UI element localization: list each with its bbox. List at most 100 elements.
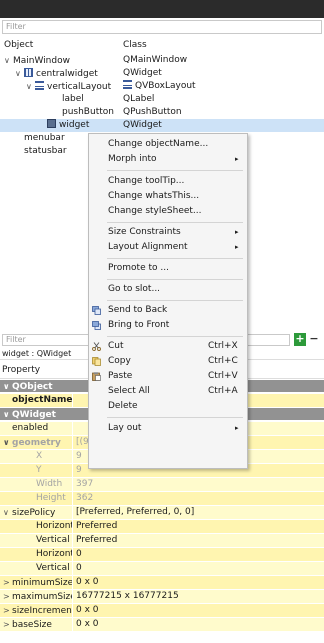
property-name: QWidget [12,410,56,420]
submenu-arrow-icon: ▸ [235,228,239,236]
object-filter-input[interactable]: Filter [2,20,322,34]
scissors-icon [92,342,101,351]
menu-item-change-objectname[interactable]: Change objectName... [89,137,247,152]
collapsed-chevron-icon[interactable]: > [3,618,12,631]
menu-item-label: Promote to ... [108,263,169,273]
tree-object-name: menubar [24,133,65,143]
property-name: sizePolicy [12,508,56,518]
menu-item-layout-alignment[interactable]: Layout Alignment ▸ [89,240,247,255]
menu-separator [107,222,243,223]
menu-item-select-all[interactable]: Select All Ctrl+A [89,384,247,399]
submenu-arrow-icon: ▸ [235,243,239,251]
menu-item-label: Change toolTip... [108,176,185,186]
column-header-class[interactable]: Class [123,40,147,50]
menu-item-lay-out[interactable]: Lay out ▸ [89,421,247,436]
collapsed-chevron-icon[interactable]: > [3,604,12,617]
property-value[interactable]: 0 x 0 [73,604,324,617]
menu-item-label: Change styleSheet... [108,206,202,216]
menu-item-bring-to-front[interactable]: Bring to Front [89,318,247,333]
property-row-horizontal-stretch[interactable]: Horizontal Str... 0 [0,548,324,561]
property-value[interactable]: 362 [73,492,324,505]
remove-property-button[interactable]: − [308,333,320,346]
tree-row-label[interactable]: label QLabel [0,93,324,106]
property-row-maximumsize[interactable]: > maximumSize 16777215 x 16777215 [0,590,324,603]
menu-item-send-to-back[interactable]: Send to Back [89,303,247,318]
tree-object-name: verticalLayout [47,82,112,92]
property-name: geometry [12,438,61,448]
menu-item-shortcut: Ctrl+X [208,341,238,351]
tree-class-name: QWidget [123,120,162,130]
menu-item-label: Send to Back [108,305,168,315]
menu-separator [107,336,243,337]
expand-chevron-icon[interactable]: ∨ [26,80,35,93]
menu-item-promote-to[interactable]: Promote to ... [89,261,247,276]
property-row-horizontal-policy[interactable]: Horizontal Pol... Preferred [0,520,324,533]
property-name: Vertical Policy [0,534,72,547]
menu-item-label: Change objectName... [108,139,209,149]
property-row-width[interactable]: Width 397 [0,478,324,491]
tree-object-name: widget [59,120,90,130]
menu-item-change-stylesheet[interactable]: Change styleSheet... [89,204,247,219]
tree-class-name: QLabel [123,94,155,104]
expand-chevron-icon[interactable]: ∨ [3,408,12,421]
tree-row-verticallayout[interactable]: ∨ verticalLayout QVBoxLayout [0,80,324,93]
menu-item-size-constraints[interactable]: Size Constraints ▸ [89,225,247,240]
vertical-layout-icon [35,81,44,90]
menu-item-go-to-slot[interactable]: Go to slot... [89,282,247,297]
menu-item-label: Bring to Front [108,320,170,330]
tree-object-name: pushButton [62,107,114,117]
menu-item-change-tooltip[interactable]: Change toolTip... [89,174,247,189]
tree-row-mainwindow[interactable]: ∨ MainWindow QMainWindow [0,54,324,67]
tree-row-centralwidget[interactable]: ∨ centralwidget QWidget [0,67,324,80]
property-row-vertical-stretch[interactable]: Vertical Stretch 0 [0,562,324,575]
add-property-button[interactable]: + [294,333,306,346]
expand-chevron-icon[interactable]: ∨ [3,436,12,449]
property-name: Horizontal Str... [0,548,72,561]
property-row-sizeincrement[interactable]: > sizeIncrement 0 x 0 [0,604,324,617]
tree-row-pushbutton[interactable]: pushButton QPushButton [0,106,324,119]
menu-item-label: Go to slot... [108,284,161,294]
property-value[interactable]: 16777215 x 16777215 [73,590,324,603]
property-row-height[interactable]: Height 362 [0,492,324,505]
property-name: Horizontal Pol... [0,520,72,533]
tree-object-name: centralwidget [36,69,98,79]
submenu-arrow-icon: ▸ [235,424,239,432]
menu-item-label: Morph into [108,154,157,164]
property-value[interactable]: 397 [73,478,324,491]
expand-chevron-icon[interactable]: ∨ [4,54,13,67]
menu-item-paste[interactable]: Paste Ctrl+V [89,369,247,384]
column-header-property[interactable]: Property [2,365,40,375]
property-row-minimumsize[interactable]: > minimumSize 0 x 0 [0,576,324,589]
property-name: baseSize [12,620,52,630]
menu-item-shortcut: Ctrl+A [208,386,238,396]
property-row-sizepolicy[interactable]: ∨ sizePolicy [Preferred, Preferred, 0, 0] [0,506,324,519]
property-value[interactable]: 0 [73,562,324,575]
property-row-vertical-policy[interactable]: Vertical Policy Preferred [0,534,324,547]
widget-icon [47,119,56,128]
property-name: objectName [0,394,72,407]
property-value[interactable]: 0 x 0 [73,576,324,589]
copy-icon [92,357,101,366]
property-value[interactable]: 0 [73,548,324,561]
expand-chevron-icon[interactable]: ∨ [3,380,12,393]
property-value[interactable]: 0 x 0 [73,618,324,631]
menu-item-delete[interactable]: Delete [89,399,247,414]
collapsed-chevron-icon[interactable]: > [3,576,12,589]
expand-chevron-icon[interactable]: ∨ [3,506,12,519]
widget-grid-icon [24,68,33,77]
menu-item-cut[interactable]: Cut Ctrl+X [89,339,247,354]
menu-item-change-whatsthis[interactable]: Change whatsThis... [89,189,247,204]
menu-item-copy[interactable]: Copy Ctrl+C [89,354,247,369]
property-value[interactable]: Preferred [73,534,324,547]
expand-chevron-icon[interactable]: ∨ [15,67,24,80]
menu-item-morph-into[interactable]: Morph into ▸ [89,152,247,167]
property-value[interactable]: [Preferred, Preferred, 0, 0] [73,506,324,519]
property-value[interactable]: Preferred [73,520,324,533]
menu-separator [107,170,243,171]
collapsed-chevron-icon[interactable]: > [3,590,12,603]
column-header-object[interactable]: Object [4,40,33,50]
menu-separator [107,258,243,259]
context-menu: Change objectName... Morph into ▸ Change… [88,133,248,469]
property-row-basesize[interactable]: > baseSize 0 x 0 [0,618,324,631]
tree-row-widget[interactable]: widget QWidget [0,119,324,132]
